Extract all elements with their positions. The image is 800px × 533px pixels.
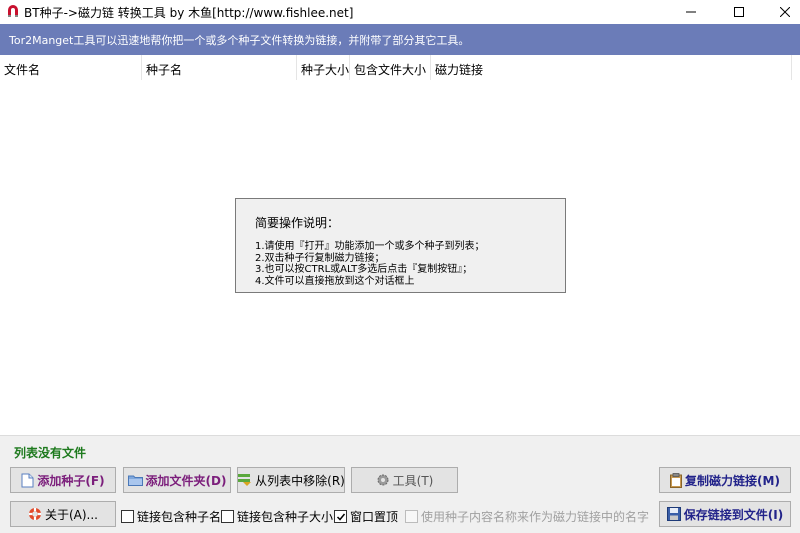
close-button[interactable] xyxy=(762,0,800,24)
option-label: 使用种子内容名称来作为磁力链接中的名字 xyxy=(421,510,650,524)
copy-magnet-label: 复制磁力链接(M) xyxy=(685,473,780,488)
status-text: 列表没有文件 xyxy=(14,446,87,460)
help-line: 1.请使用『打开』功能添加一个或多个种子到列表； xyxy=(255,241,485,252)
title-bar: BT种子->磁力链 转换工具 by 木鱼[http://www.fishlee.… xyxy=(0,0,800,24)
checkbox-always-on-top[interactable] xyxy=(334,510,347,523)
minimize-icon xyxy=(686,11,696,13)
option-include-torrent-name[interactable]: 链接包含种子名 xyxy=(121,508,221,525)
save-links-label: 保存链接到文件(I) xyxy=(683,507,784,522)
divider xyxy=(0,435,800,436)
folder-icon xyxy=(127,474,143,486)
help-lines: 1.请使用『打开』功能添加一个或多个种子到列表； 2.双击种子行复制磁力链接； … xyxy=(255,241,485,287)
add-torrent-label: 添加种子(F) xyxy=(37,473,105,488)
option-include-torrent-size[interactable]: 链接包含种子大小 xyxy=(221,508,333,525)
add-folder-button[interactable]: 添加文件夹(D) xyxy=(123,467,231,493)
add-torrent-button[interactable]: 添加种子(F) xyxy=(10,467,116,493)
tools-button[interactable]: 工具(T) xyxy=(351,467,458,493)
about-button[interactable]: 关于(A)... xyxy=(10,501,116,527)
option-always-on-top[interactable]: 窗口置顶 xyxy=(334,508,398,525)
header-divider xyxy=(791,55,792,80)
checkbox-use-content-name xyxy=(405,510,418,523)
copy-magnet-button[interactable]: 复制磁力链接(M) xyxy=(659,467,791,493)
add-folder-label: 添加文件夹(D) xyxy=(145,473,227,488)
help-line: 2.双击种子行复制磁力链接； xyxy=(255,252,385,264)
gear-icon xyxy=(376,473,390,487)
about-label: 关于(A)... xyxy=(44,507,99,522)
file-icon xyxy=(21,473,34,488)
torrent-list[interactable]: 文件名 种子名 种子大小 包含文件大小 磁力链接 简要操作说明： 1.请使用『打… xyxy=(0,55,800,435)
help-line: 4.文件可以直接拖放到这个对话框上 xyxy=(255,275,415,287)
save-links-button[interactable]: 保存链接到文件(I) xyxy=(659,501,791,527)
magnet-icon xyxy=(8,5,18,17)
column-header-torrent-name[interactable]: 种子名 xyxy=(142,55,297,80)
close-icon xyxy=(780,7,790,17)
column-header-filename[interactable]: 文件名 xyxy=(0,55,142,80)
help-panel: 简要操作说明： 1.请使用『打开』功能添加一个或多个种子到列表； 2.双击种子行… xyxy=(235,198,566,293)
option-use-content-name: 使用种子内容名称来作为磁力链接中的名字 xyxy=(405,508,649,525)
column-header-magnet-link[interactable]: 磁力链接 xyxy=(431,55,792,80)
column-header-content-size[interactable]: 包含文件大小 xyxy=(350,55,431,80)
checkbox-include-torrent-name[interactable] xyxy=(121,510,134,523)
list-header: 文件名 种子名 种子大小 包含文件大小 磁力链接 xyxy=(0,55,800,80)
remove-from-list-button[interactable]: 从列表中移除(R) xyxy=(237,467,345,493)
maximize-icon xyxy=(734,7,744,17)
tools-label: 工具(T) xyxy=(392,473,434,488)
option-label: 链接包含种子大小 xyxy=(237,510,334,524)
remove-list-icon xyxy=(237,473,252,487)
window-title: BT种子->磁力链 转换工具 by 木鱼[http://www.fishlee.… xyxy=(24,6,354,20)
option-label: 窗口置顶 xyxy=(350,510,399,524)
clipboard-icon xyxy=(670,472,683,488)
lifebuoy-icon xyxy=(28,507,42,521)
checkmark-icon xyxy=(336,513,345,521)
checkbox-include-torrent-size[interactable] xyxy=(221,510,234,523)
help-line: 3.也可以按CTRL或ALT多选后点击『复制按钮』； xyxy=(255,264,473,275)
save-icon xyxy=(666,507,681,521)
maximize-button[interactable] xyxy=(716,0,762,24)
column-header-torrent-size[interactable]: 种子大小 xyxy=(297,55,350,80)
info-banner: Tor2Manget工具可以迅速地帮你把一个或多个种子文件转换为链接，并附带了部… xyxy=(0,24,800,55)
help-title: 简要操作说明： xyxy=(255,216,340,230)
option-label: 链接包含种子名 xyxy=(137,510,222,524)
remove-from-list-label: 从列表中移除(R) xyxy=(255,473,345,488)
minimize-button[interactable] xyxy=(668,0,714,24)
